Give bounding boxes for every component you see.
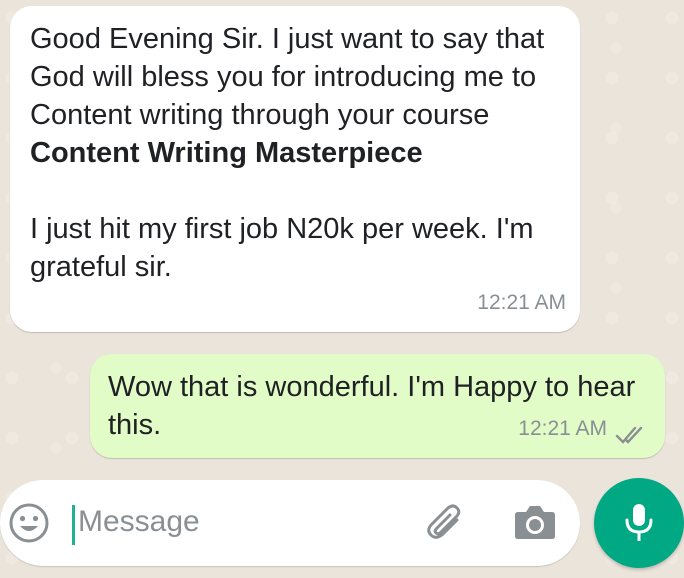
- text-cursor: [72, 505, 75, 545]
- message-input[interactable]: Message: [78, 502, 200, 542]
- message-text-part-2: I just hit my first job N20k per week. I…: [30, 213, 534, 283]
- emoji-icon[interactable]: [8, 502, 50, 544]
- incoming-message-time: 12:21 AM: [477, 291, 566, 314]
- outgoing-message-time: 12:21 AM: [518, 417, 607, 440]
- voice-record-button[interactable]: [594, 478, 684, 568]
- incoming-message-text: Good Evening Sir. I just want to say tha…: [30, 20, 560, 286]
- double-check-icon: [615, 426, 643, 444]
- message-composer[interactable]: Message: [0, 480, 580, 566]
- message-text-part: Good Evening Sir. I just want to say tha…: [30, 23, 553, 131]
- course-name-bold: Content Writing Masterpiece: [30, 137, 423, 169]
- camera-icon[interactable]: [512, 500, 558, 544]
- microphone-icon: [625, 504, 653, 541]
- outgoing-message-bubble[interactable]: Wow that is wonderful. I'm Happy to hear…: [90, 354, 665, 458]
- incoming-message-bubble[interactable]: Good Evening Sir. I just want to say tha…: [10, 6, 580, 332]
- paperclip-icon[interactable]: [424, 500, 468, 544]
